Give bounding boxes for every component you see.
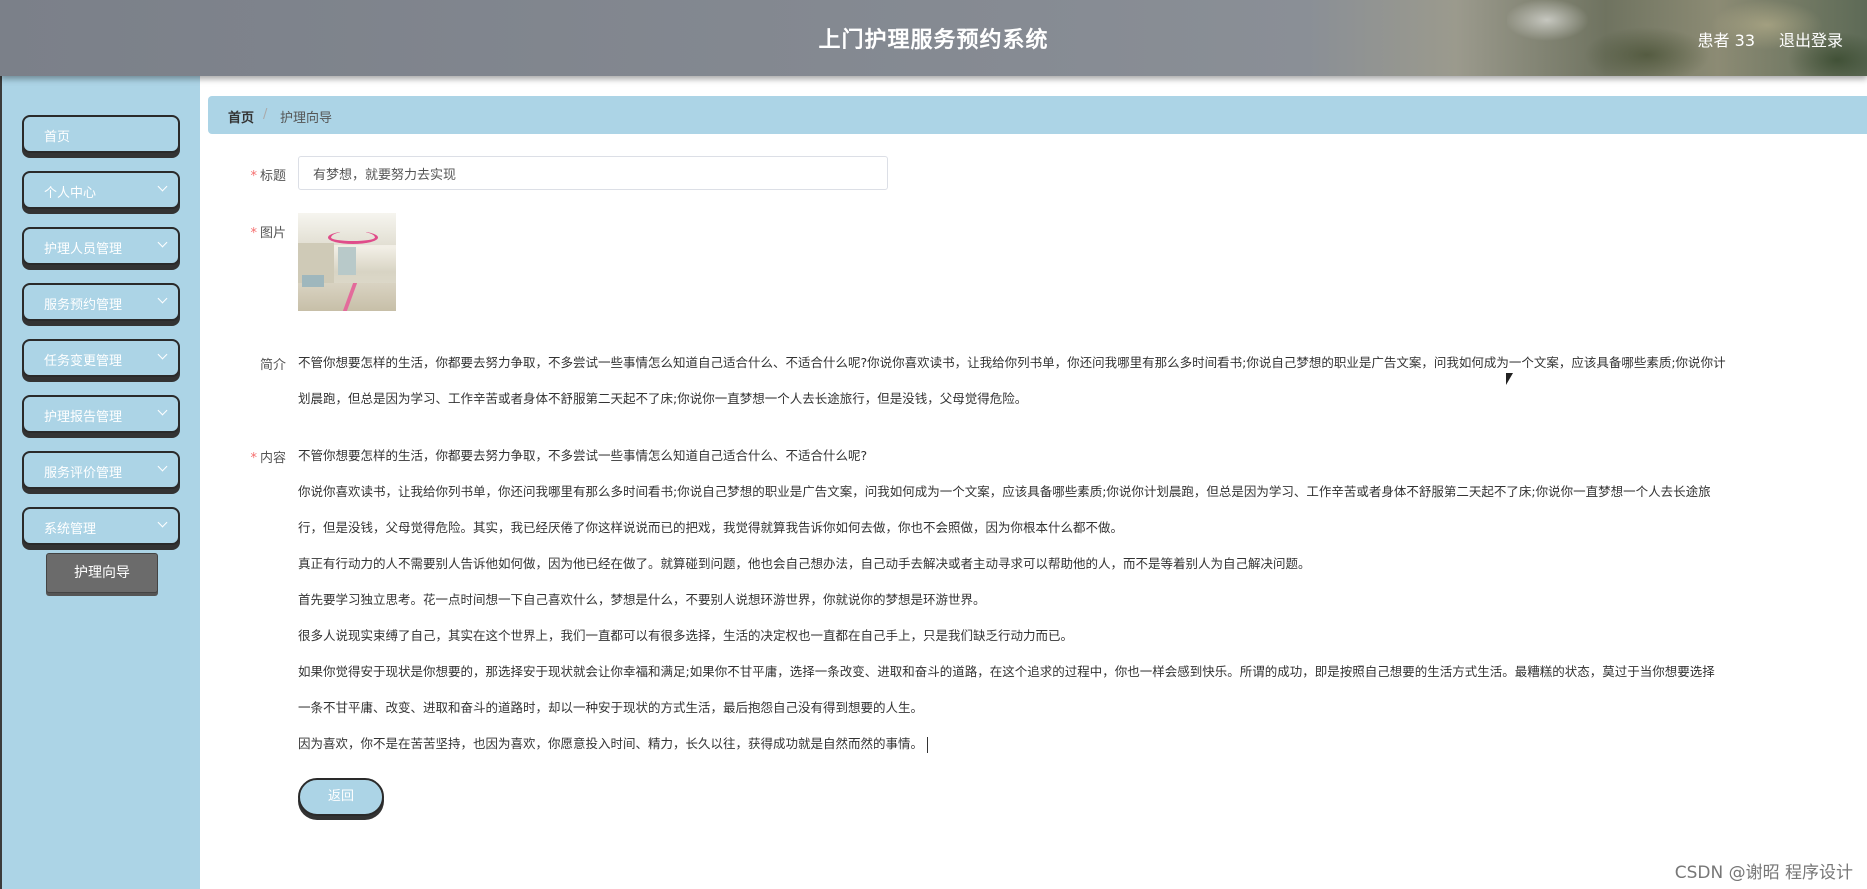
- chevron-down-icon: [157, 237, 168, 248]
- breadcrumb-home[interactable]: 首页: [228, 107, 254, 126]
- content-line: 首先要学习独立思考。花一点时间想一下自己喜欢什么，梦想是什么，不要别人说想环游世…: [298, 592, 986, 607]
- watermark: CSDN @谢昭 程序设计: [1674, 863, 1853, 883]
- sidebar-item-appointment-management[interactable]: 服务预约管理: [22, 283, 180, 321]
- title-field-label: * 标题: [206, 165, 286, 184]
- sidebar-item-system-management[interactable]: 系统管理: [22, 507, 180, 545]
- content-line: 你说你喜欢读书，让我给你列书单，你还问我哪里有那么多时间看书;你说自己梦想的职业…: [298, 484, 1711, 499]
- content-line: 真正有行动力的人不需要别人告诉他如何做，因为他已经在做了。就算碰到问题，他也会自…: [298, 556, 1311, 571]
- content-line: 如果你觉得安于现状是你想要的，那选择安于现状就会让你幸福和满足;如果你不甘平庸，…: [298, 664, 1715, 679]
- back-button-label: 返回: [327, 789, 354, 804]
- sidebar-item-label: 护理人员管理: [44, 242, 123, 257]
- breadcrumb: 首页 / 护理向导: [208, 96, 1867, 134]
- content-line: 一条不甘平庸、改变、进取和奋斗的道路时，却以一种安于现状的方式生活，最后抱怨自己…: [298, 700, 924, 715]
- cover-image-thumbnail[interactable]: [298, 213, 396, 311]
- chevron-down-icon: [157, 461, 168, 472]
- sidebar-item-personal-center[interactable]: 个人中心: [22, 171, 180, 209]
- content-field-label: * 内容: [206, 447, 286, 466]
- sidebar-item-review-management[interactable]: 服务评价管理: [22, 451, 180, 489]
- sidebar-item-care-report-management[interactable]: 护理报告管理: [22, 395, 180, 433]
- required-marker: *: [250, 169, 257, 184]
- sidebar-item-label: 任务变更管理: [44, 354, 123, 369]
- title-label-text: 标题: [259, 169, 286, 184]
- chevron-down-icon: [157, 349, 168, 360]
- chevron-down-icon: [157, 405, 168, 416]
- required-marker: *: [250, 226, 257, 241]
- logout-link[interactable]: 退出登录: [1779, 27, 1843, 51]
- sidebar-item-label: 首页: [44, 130, 71, 145]
- intro-field-label: 简介: [259, 358, 286, 373]
- sidebar-item-home[interactable]: 首页: [22, 115, 180, 153]
- sidebar-item-nurse-management[interactable]: 护理人员管理: [22, 227, 180, 265]
- current-user-label: 患者 33: [1697, 31, 1755, 50]
- image-field-label: * 图片: [206, 222, 286, 241]
- sidebar-item-label: 服务评价管理: [44, 466, 123, 481]
- chevron-down-icon: [157, 181, 168, 192]
- content-label-text: 内容: [259, 451, 286, 466]
- sidebar-subitem-care-guide[interactable]: 护理向导: [46, 553, 158, 593]
- sidebar-item-label: 个人中心: [44, 186, 97, 201]
- sidebar-item-label: 护理报告管理: [44, 410, 123, 425]
- content-line: 因为喜欢，你不是在苦苦坚持，也因为喜欢，你愿意投入时间、精力，长久以往，获得成功…: [298, 736, 924, 751]
- chevron-down-icon: [157, 293, 168, 304]
- text-caret: [927, 736, 929, 753]
- sidebar-item-label: 服务预约管理: [44, 298, 123, 313]
- image-label-text: 图片: [259, 226, 286, 241]
- breadcrumb-separator: /: [263, 107, 268, 122]
- sidebar-subitem-label: 护理向导: [74, 565, 130, 581]
- content-line: 很多人说现实束缚了自己，其实在这个世界上，我们一直都可以有很多选择，生活的决定权…: [298, 628, 1074, 643]
- breadcrumb-current: 护理向导: [280, 111, 333, 126]
- intro-text: 不管你想要怎样的生活，你都要去努力争取，不多尝试一些事情怎么知道自己适合什么、不…: [298, 345, 1867, 417]
- chevron-down-icon: [157, 517, 168, 528]
- mouse-pointer-icon: [1506, 373, 1513, 385]
- app-title: 上门护理服务预约系统: [818, 28, 1049, 53]
- sidebar-item-label: 系统管理: [44, 522, 97, 537]
- content-line: 行，但是没钱，父母觉得危险。其实，我已经厌倦了你这样说说而已的把戏，我觉得就算我…: [298, 520, 1124, 535]
- sidebar: 首页 个人中心 护理人员管理 服务预约管理 任务变更管理 护理报告管理 服务评价…: [0, 76, 200, 889]
- intro-line: 不管你想要怎样的生活，你都要去努力争取，不多尝试一些事情怎么知道自己适合什么、不…: [298, 355, 1726, 370]
- required-marker: *: [250, 451, 257, 466]
- top-header: 上门护理服务预约系统 患者 33 退出登录: [0, 0, 1867, 76]
- content-line: 不管你想要怎样的生活，你都要去努力争取，不多尝试一些事情怎么知道自己适合什么、不…: [298, 448, 868, 463]
- intro-line: 划晨跑，但总是因为学习、工作辛苦或者身体不舒服第二天起不了床;你说你一直梦想一个…: [298, 391, 1028, 406]
- content-text[interactable]: 不管你想要怎样的生活，你都要去努力争取，不多尝试一些事情怎么知道自己适合什么、不…: [298, 438, 1867, 762]
- title-input[interactable]: [298, 156, 888, 190]
- sidebar-item-task-change-management[interactable]: 任务变更管理: [22, 339, 180, 377]
- back-button[interactable]: 返回: [298, 778, 384, 816]
